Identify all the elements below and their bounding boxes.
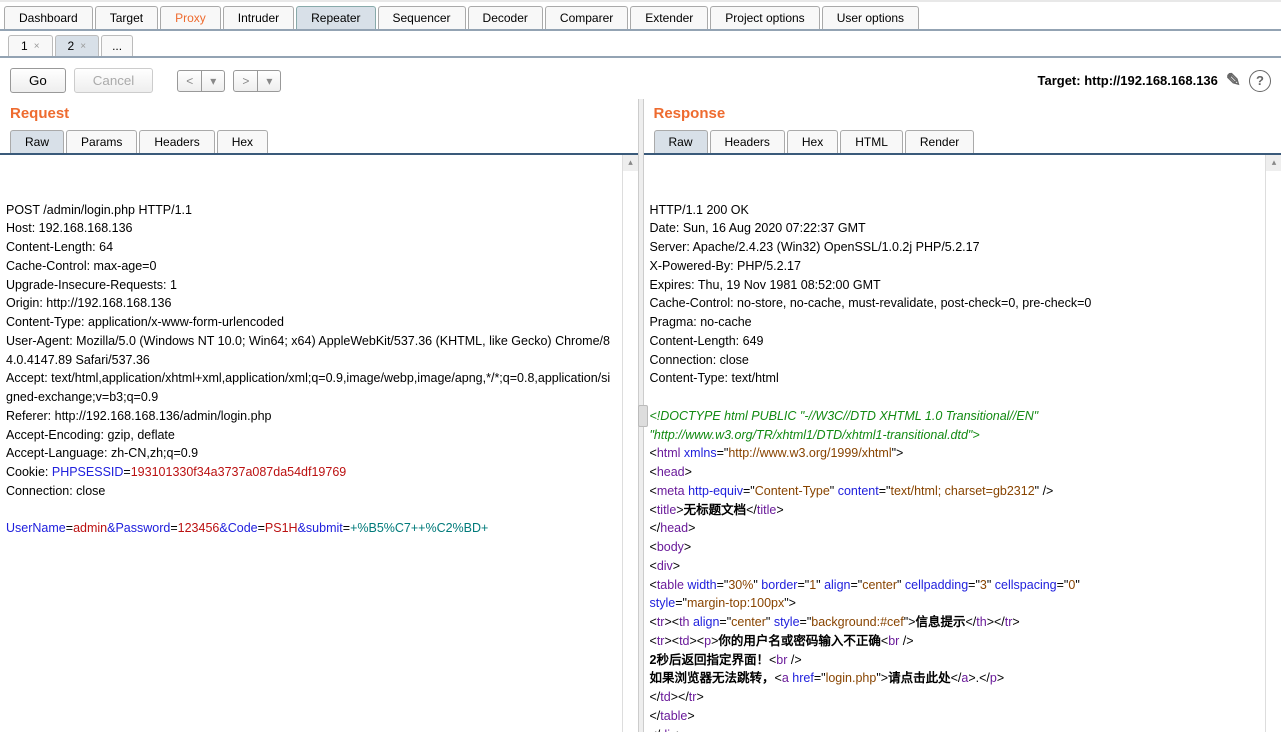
cancel-button[interactable]: Cancel <box>74 68 154 93</box>
main-tab-dashboard[interactable]: Dashboard <box>4 6 93 29</box>
response-pane: Response RawHeadersHexHTMLRender HTTP/1.… <box>644 99 1281 732</box>
response-raw-viewer[interactable]: HTTP/1.1 200 OK Date: Sun, 16 Aug 2020 0… <box>644 155 1281 732</box>
request-tab-hex[interactable]: Hex <box>217 130 268 153</box>
nav-forward-button: > <box>233 70 258 92</box>
request-tab-headers[interactable]: Headers <box>139 130 214 153</box>
target-label: Target: http://192.168.168.136 ✎ ? <box>1038 70 1272 92</box>
main-tab-comparer[interactable]: Comparer <box>545 6 628 29</box>
action-bar: Go Cancel < ▾ > ▾ Target: http://192.168… <box>0 58 1281 99</box>
response-title: Response <box>644 99 1281 130</box>
main-tab-extender[interactable]: Extender <box>630 6 708 29</box>
nav-forward-menu: ▾ <box>258 70 281 92</box>
main-tab-bar: DashboardTargetProxyIntruderRepeaterSequ… <box>0 0 1281 31</box>
main-tab-project-options[interactable]: Project options <box>710 6 819 29</box>
request-title: Request <box>0 99 638 130</box>
response-tab-html[interactable]: HTML <box>840 130 903 153</box>
response-tab-render[interactable]: Render <box>905 130 974 153</box>
request-pane: Request RawParamsHeadersHex POST /admin/… <box>0 99 638 732</box>
request-raw-editor[interactable]: POST /admin/login.php HTTP/1.1 Host: 192… <box>0 155 638 732</box>
help-icon[interactable]: ? <box>1249 70 1271 92</box>
go-button[interactable]: Go <box>10 68 66 93</box>
chevron-right-icon: > <box>242 74 249 88</box>
response-tab-headers[interactable]: Headers <box>710 130 785 153</box>
request-tab-params[interactable]: Params <box>66 130 137 153</box>
request-tabs: RawParamsHeadersHex <box>0 130 638 155</box>
tab-label: 1 <box>21 39 28 53</box>
scroll-up-icon[interactable]: ▴ <box>1266 155 1281 171</box>
nav-forward-group[interactable]: > ▾ <box>233 70 281 92</box>
nav-back-group[interactable]: < ▾ <box>177 70 225 92</box>
request-tab-raw[interactable]: Raw <box>10 130 64 153</box>
caret-down-icon: ▾ <box>210 74 216 88</box>
close-icon[interactable]: × <box>34 41 40 52</box>
repeater-sub-tabs: 1×2×... <box>0 31 1281 58</box>
main-tab-proxy[interactable]: Proxy <box>160 6 221 29</box>
main-tab-repeater[interactable]: Repeater <box>296 6 375 29</box>
new-tab-button[interactable]: ... <box>101 35 133 56</box>
close-icon[interactable]: × <box>80 41 86 52</box>
scroll-up-icon[interactable]: ▴ <box>623 155 638 171</box>
main-tab-target[interactable]: Target <box>95 6 158 29</box>
main-tab-intruder[interactable]: Intruder <box>223 6 294 29</box>
response-tab-hex[interactable]: Hex <box>787 130 838 153</box>
response-tabs: RawHeadersHexHTMLRender <box>644 130 1281 155</box>
main-tab-user-options[interactable]: User options <box>822 6 919 29</box>
repeater-tab-1[interactable]: 1× <box>8 35 53 56</box>
response-tab-raw[interactable]: Raw <box>654 130 708 153</box>
edit-target-icon[interactable]: ✎ <box>1226 70 1241 91</box>
caret-down-icon: ▾ <box>266 74 272 88</box>
chevron-left-icon: < <box>186 74 193 88</box>
main-tab-decoder[interactable]: Decoder <box>468 6 543 29</box>
nav-back-button: < <box>177 70 202 92</box>
main-tab-sequencer[interactable]: Sequencer <box>378 6 466 29</box>
repeater-tab-2[interactable]: 2× <box>55 35 100 56</box>
nav-back-menu: ▾ <box>202 70 225 92</box>
tab-label: 2 <box>68 39 75 53</box>
